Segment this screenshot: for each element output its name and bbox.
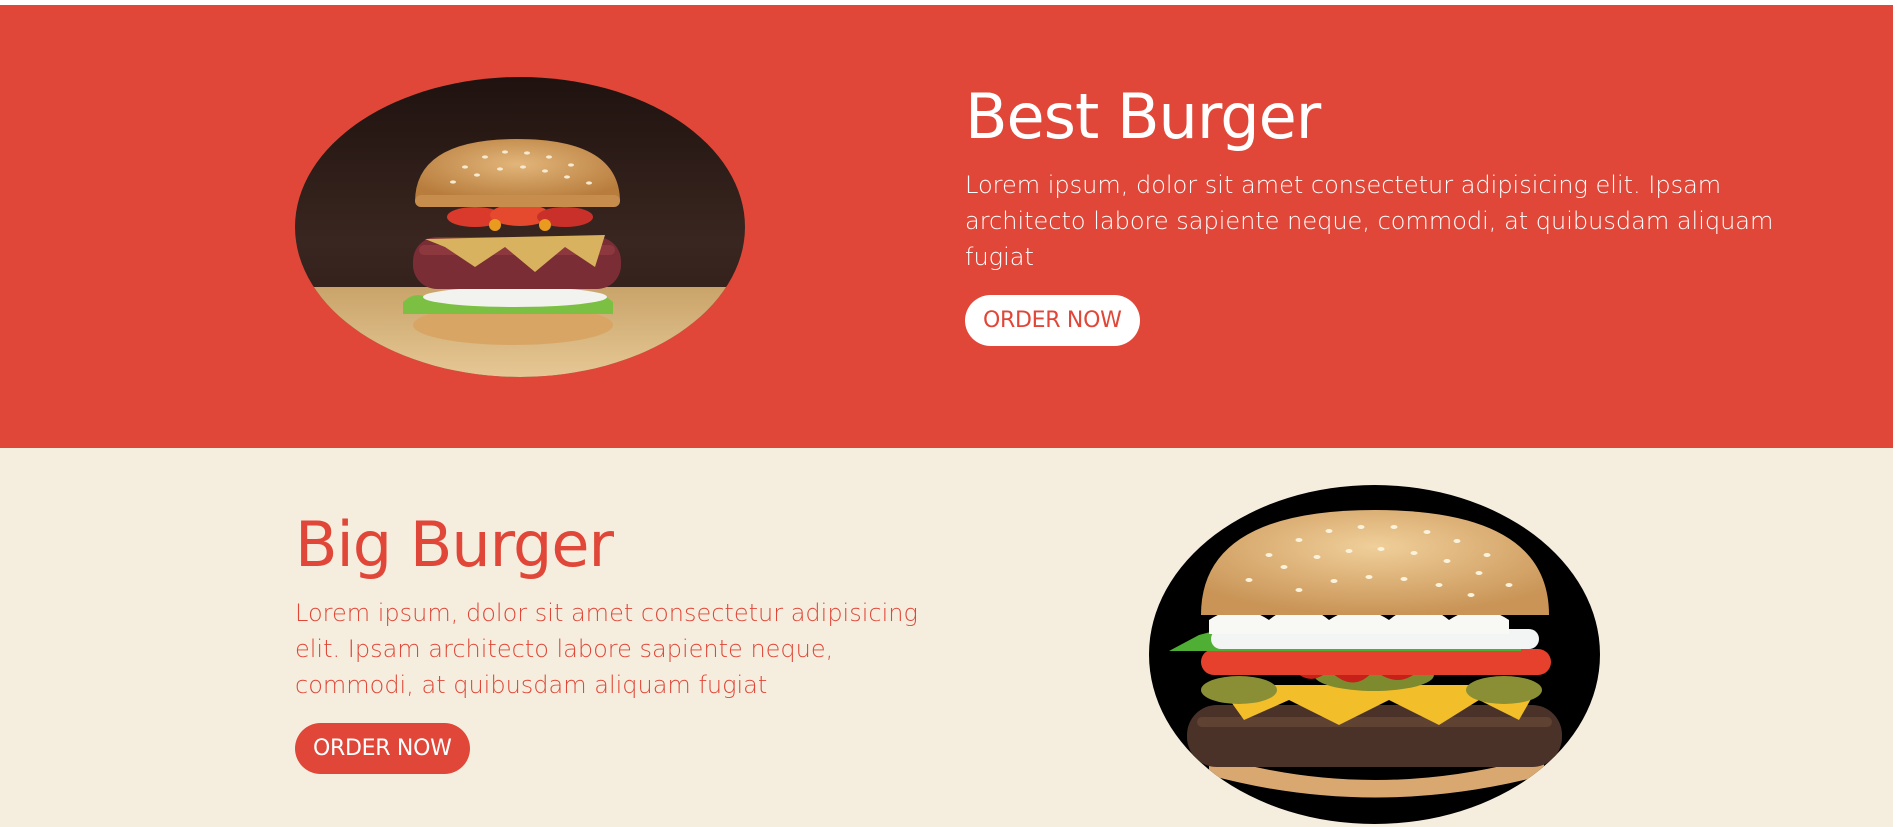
best-burger-order-button[interactable]: ORDER NOW: [965, 295, 1140, 346]
page: Best Burger Lorem ipsum, dolor sit amet …: [0, 0, 1897, 827]
big-burger-description: Lorem ipsum, dolor sit amet consectetur …: [295, 599, 918, 699]
big-burger-image: [1149, 485, 1600, 824]
best-burger-section: Best Burger Lorem ipsum, dolor sit amet …: [0, 5, 1893, 448]
best-burger-content: Best Burger Lorem ipsum, dolor sit amet …: [965, 77, 1785, 346]
best-burger-image: [295, 77, 745, 377]
big-burger-title: Big Burger: [295, 508, 614, 581]
big-burger-order-button[interactable]: ORDER NOW: [295, 723, 470, 774]
big-burger-section: Big Burger Lorem ipsum, dolor sit amet c…: [0, 448, 1893, 827]
best-burger-description: Lorem ipsum, dolor sit amet consectetur …: [965, 171, 1774, 271]
big-burger-content: Big Burger Lorem ipsum, dolor sit amet c…: [295, 505, 935, 774]
best-burger-title: Best Burger: [965, 80, 1321, 153]
